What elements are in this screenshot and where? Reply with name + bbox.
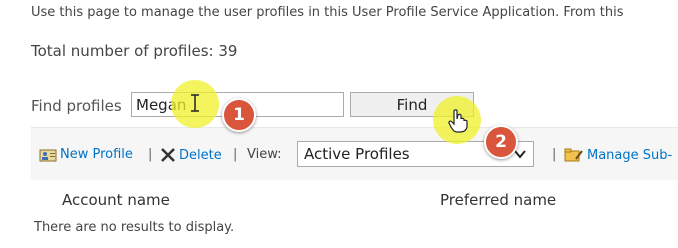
toolbar-separator: |	[233, 147, 238, 162]
toolbar-separator: |	[148, 147, 153, 162]
manage-sub-label: Manage Sub-	[587, 147, 673, 163]
toolbar-separator: |	[552, 147, 557, 162]
find-profiles-label: Find profiles	[31, 97, 122, 115]
new-profile-link[interactable]: New Profile	[39, 147, 133, 162]
new-profile-label: New Profile	[60, 147, 133, 162]
empty-results-message: There are no results to display.	[34, 220, 235, 235]
folder-pencil-icon	[564, 148, 583, 162]
text-cursor-icon	[191, 94, 199, 112]
column-header-account-name[interactable]: Account name	[62, 191, 170, 209]
hand-pointer-icon	[448, 109, 468, 133]
view-selected-value: Active Profiles	[304, 145, 410, 163]
delete-link[interactable]: Delete	[160, 147, 222, 163]
delete-label: Delete	[179, 147, 222, 163]
view-label: View:	[247, 147, 282, 162]
page-description: Use this page to manage the user profile…	[31, 5, 624, 20]
total-profiles-count: Total number of profiles: 39	[31, 42, 238, 60]
user-card-icon	[39, 149, 57, 161]
manage-sub-link[interactable]: Manage Sub-	[564, 147, 672, 163]
step-badge-2: 2	[484, 125, 518, 159]
x-icon	[161, 148, 175, 162]
step-badge-1: 1	[222, 98, 256, 132]
column-header-preferred-name[interactable]: Preferred name	[440, 191, 556, 209]
